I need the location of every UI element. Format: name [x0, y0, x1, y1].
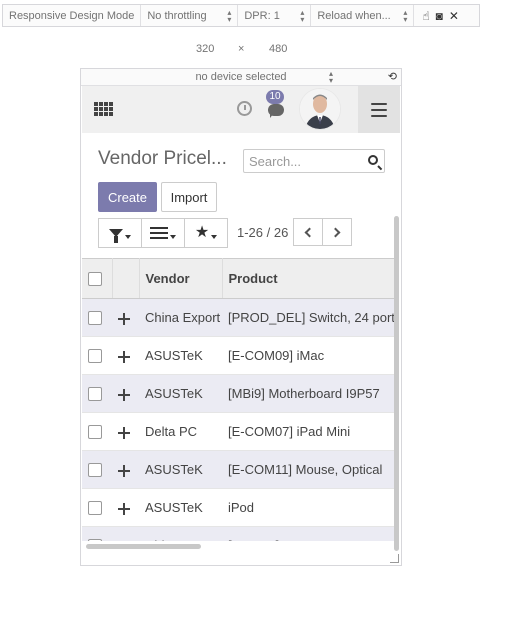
favorites-button[interactable]: ★	[184, 218, 228, 248]
product-cell: [E-COM09] iMac	[222, 336, 394, 375]
import-button[interactable]: Import	[161, 182, 217, 212]
table-row[interactable]: Delta PC [E-COM07] iPad Mini	[82, 412, 394, 451]
menu-icon	[371, 102, 387, 117]
menu-toggle-button[interactable]	[358, 86, 400, 133]
caret-down-icon	[125, 234, 131, 239]
table-row[interactable]: ASUSTeK [MBi9] Motherboard I9P57	[82, 374, 394, 413]
vertical-scrollbar[interactable]	[394, 216, 399, 551]
group-by-button[interactable]	[141, 218, 185, 248]
column-header-vendor[interactable]: Vendor	[139, 258, 223, 299]
favorites-star-icon: ★	[194, 224, 210, 241]
row-checkbox[interactable]	[88, 539, 102, 541]
avatar[interactable]	[299, 88, 341, 130]
select-arrows-icon: ▴ ▾	[227, 7, 232, 24]
product-cell: [MBi9] Motherboard I9P57	[222, 374, 394, 413]
throttling-select[interactable]: No throttling ▴ ▾	[141, 5, 239, 26]
table-header-row: Vendor Product	[82, 258, 394, 299]
chat-icon[interactable]	[268, 104, 284, 118]
drag-handle-icon[interactable]	[118, 312, 130, 325]
table-row[interactable]: ASUSTeK iPod	[82, 488, 394, 527]
caret-down-icon	[211, 234, 218, 239]
rdm-toolbar: Responsive Design Mode No throttling ▴ ▾ …	[2, 4, 480, 27]
clock-icon[interactable]	[237, 101, 252, 116]
horizontal-scrollbar[interactable]	[86, 544, 201, 549]
product-cell: [E-COM11] Mouse, Optical	[222, 450, 394, 489]
select-arrows-icon: ▴ ▾	[403, 7, 408, 24]
pager-previous-button[interactable]	[293, 218, 323, 246]
pager-next-button[interactable]	[322, 218, 352, 246]
table-row[interactable]: ASUSTeK [E-COM11] Mouse, Optical	[82, 450, 394, 489]
page-viewport: 10 Vendor Pricel... Search... Create Imp…	[82, 86, 400, 564]
vendor-cell: ASUSTeK	[139, 488, 222, 527]
chevron-right-icon	[330, 227, 341, 237]
rdm-mode-text: Responsive Design Mode	[9, 9, 135, 22]
viewport-height[interactable]: 480	[269, 43, 287, 55]
row-checkbox[interactable]	[88, 501, 102, 516]
row-checkbox[interactable]	[88, 463, 102, 478]
create-button[interactable]: Create	[98, 182, 157, 212]
search-input[interactable]: Search...	[243, 149, 385, 173]
touch-icon[interactable]: ☝	[422, 9, 429, 23]
table-row[interactable]: China Export [PROD_DEL] Switch, 24 ports	[82, 298, 394, 337]
drag-handle-icon[interactable]	[118, 350, 130, 363]
reload-value: Reload when...	[317, 9, 391, 22]
rotate-icon[interactable]: ⟲	[388, 70, 397, 83]
vendor-pricelist-table: Vendor Product China Export [PROD_DEL] S…	[82, 258, 394, 541]
device-selector[interactable]: no device selected ▴ ▾ ⟲	[81, 69, 401, 86]
device-frame: no device selected ▴ ▾ ⟲ 10 Vendor Price…	[80, 68, 402, 566]
vendor-cell: China Export	[139, 526, 222, 541]
group-by-icon	[150, 227, 168, 239]
reload-select[interactable]: Reload when... ▴ ▾	[311, 5, 415, 26]
vendor-cell: ASUSTeK	[139, 450, 222, 489]
select-arrows-icon: ▴ ▾	[329, 69, 334, 85]
row-checkbox[interactable]	[88, 425, 102, 440]
handle-header	[112, 258, 140, 299]
row-checkbox[interactable]	[88, 387, 102, 402]
select-all-cell	[82, 258, 113, 299]
chevron-left-icon	[304, 227, 315, 237]
select-all-checkbox[interactable]	[88, 272, 102, 287]
drag-handle-icon[interactable]	[118, 464, 130, 477]
search-options-group: ★	[98, 218, 228, 248]
vendor-cell: Delta PC	[139, 412, 222, 451]
vendor-cell: China Export	[139, 298, 222, 337]
pager-value[interactable]: 1-26 / 26	[237, 225, 288, 240]
dpr-value: DPR: 1	[244, 9, 280, 22]
product-cell: [PROD_DEL] Switch, 24 ports	[222, 298, 394, 337]
camera-icon[interactable]: ◙	[436, 9, 443, 23]
product-cell: iPod	[222, 488, 394, 527]
page-title: Vendor Pricel...	[98, 148, 227, 169]
top-navbar: 10	[82, 86, 400, 133]
drag-handle-icon[interactable]	[118, 388, 130, 401]
chat-badge: 10	[266, 90, 284, 104]
dpr-select[interactable]: DPR: 1 ▴ ▾	[238, 5, 312, 26]
filters-button[interactable]	[98, 218, 142, 248]
search-placeholder: Search...	[249, 154, 302, 169]
row-checkbox[interactable]	[88, 349, 102, 364]
column-header-product[interactable]: Product	[222, 258, 394, 299]
drag-handle-icon[interactable]	[118, 502, 130, 515]
select-arrows-icon: ▴ ▾	[300, 7, 305, 24]
row-checkbox[interactable]	[88, 311, 102, 326]
apps-icon[interactable]	[94, 102, 114, 116]
caret-down-icon	[170, 234, 176, 239]
rdm-mode-label: Responsive Design Mode	[3, 5, 142, 26]
throttling-value: No throttling	[147, 9, 207, 22]
device-selector-label: no device selected	[195, 71, 287, 83]
viewport-width[interactable]: 320	[196, 43, 214, 55]
filter-icon	[109, 229, 123, 243]
table-row[interactable]: ASUSTeK [E-COM09] iMac	[82, 336, 394, 375]
vendor-cell: ASUSTeK	[139, 336, 222, 375]
close-icon[interactable]: ✕	[449, 9, 459, 23]
resize-handle[interactable]	[390, 554, 399, 563]
vendor-cell: ASUSTeK	[139, 374, 222, 413]
dimension-separator: ×	[238, 43, 245, 55]
drag-handle-icon[interactable]	[118, 426, 130, 439]
search-icon[interactable]	[368, 155, 378, 165]
product-cell: [E-COM07] iPad Mini	[222, 412, 394, 451]
table-row[interactable]: China Export [C-Case] Computer Case	[82, 526, 394, 541]
product-cell: [C-Case] Computer Case	[222, 526, 394, 541]
